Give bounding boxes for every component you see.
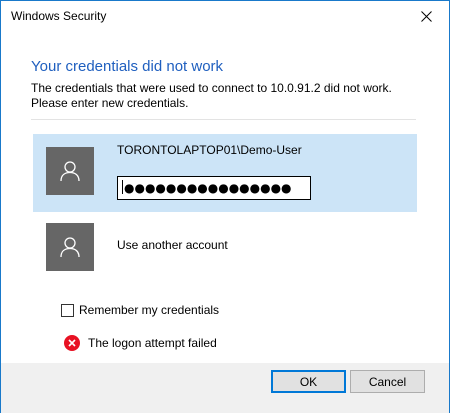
- password-field[interactable]: ●●●●●●●●●●●●●●●●: [117, 176, 311, 200]
- cancel-button[interactable]: Cancel: [350, 370, 425, 393]
- password-value: ●●●●●●●●●●●●●●●●: [124, 181, 292, 195]
- account-tile-selected[interactable]: TORONTOLAPTOP01\Demo-User ●●●●●●●●●●●●●●…: [33, 134, 417, 212]
- user-icon: [60, 237, 80, 258]
- checkbox-box[interactable]: [61, 303, 74, 317]
- error-message: The logon attempt failed: [64, 335, 217, 351]
- use-another-account-label: Use another account: [117, 238, 228, 252]
- x-mark-icon: [68, 339, 76, 347]
- title-bar: Windows Security: [1, 1, 449, 31]
- dialog-description: The credentials that were used to connec…: [31, 81, 392, 110]
- user-icon: [60, 161, 80, 182]
- account-username: TORONTOLAPTOP01\Demo-User: [117, 143, 302, 157]
- error-icon: [64, 335, 80, 351]
- remember-credentials-checkbox[interactable]: Remember my credentials: [61, 303, 219, 317]
- window-title: Windows Security: [11, 9, 107, 23]
- remember-credentials-label: Remember my credentials: [79, 303, 220, 317]
- avatar: [46, 147, 94, 195]
- avatar: [46, 223, 94, 271]
- button-bar: OK Cancel: [1, 363, 449, 413]
- account-tile-use-another[interactable]: Use another account: [33, 220, 417, 276]
- error-text: The logon attempt failed: [88, 336, 217, 350]
- ok-button[interactable]: OK: [271, 370, 346, 393]
- divider: [31, 119, 416, 120]
- dialog-heading: Your credentials did not work: [31, 58, 224, 75]
- credential-dialog: Windows Security Your credentials did no…: [0, 0, 450, 413]
- close-icon: [420, 10, 432, 22]
- close-button[interactable]: [403, 1, 449, 31]
- text-caret: [122, 180, 123, 194]
